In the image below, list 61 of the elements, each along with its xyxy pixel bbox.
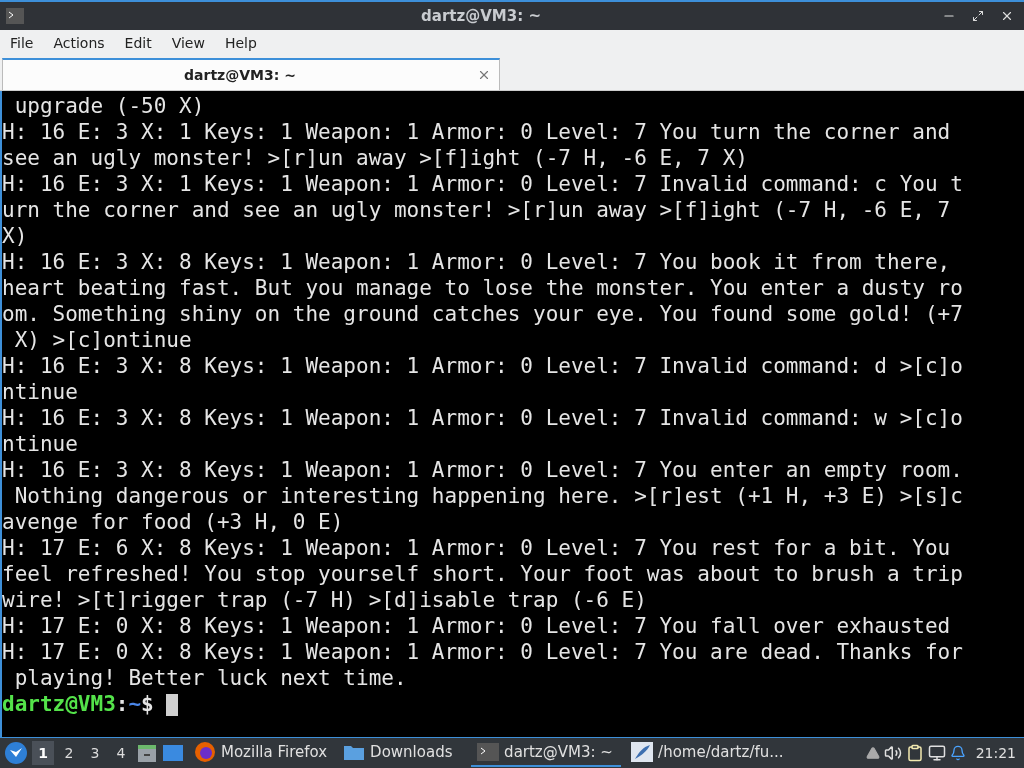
clipboard-icon[interactable]: [905, 744, 924, 762]
taskbar-task[interactable]: /home/dartz/fu...: [625, 739, 790, 767]
terminal-line: H: 16 E: 3 X: 8 Keys: 1 Weapon: 1 Armor: 0 Level: 7 Invalid command: w >[c]o: [2, 406, 963, 430]
prompt-user-host: dartz@VM3: [2, 692, 116, 716]
terminal-line: X): [2, 224, 28, 248]
volume-icon[interactable]: [883, 744, 902, 762]
window-icon[interactable]: [162, 743, 184, 763]
workspace-button[interactable]: 4: [110, 741, 132, 765]
maximize-icon[interactable]: [972, 10, 984, 22]
terminal-line: H: 16 E: 3 X: 1 Keys: 1 Weapon: 1 Armor: 0 Level: 7 Invalid command: c You t: [2, 172, 963, 196]
terminal-line: H: 16 E: 3 X: 1 Keys: 1 Weapon: 1 Armor: 0 Level: 7 You turn the corner and: [2, 120, 951, 144]
terminal-line: feel refreshed! You stop yourself short. Your foot was about to brush a trip: [2, 562, 963, 586]
terminal-line: om. Something shiny on the ground catches your eye. You found some gold! (+7: [2, 302, 963, 326]
start-menu-icon[interactable]: [4, 741, 28, 765]
terminal-line: playing! Better luck next time.: [13, 666, 407, 690]
menu-item[interactable]: View: [165, 35, 211, 51]
close-icon[interactable]: [477, 68, 491, 82]
prompt-path: ~: [128, 692, 142, 716]
terminal-line: ntinue: [2, 380, 78, 404]
terminal-line: ntinue: [2, 432, 78, 456]
terminal-line: avenge for food (+3 H, 0 E): [2, 510, 344, 534]
file-cabinet-icon[interactable]: [136, 742, 158, 764]
terminal-line: heart beating fast. But you manage to lose the monster. You enter a dusty ro: [2, 276, 963, 300]
terminal-line: H: 17 E: 0 X: 8 Keys: 1 Weapon: 1 Armor: 0 Level: 7 You are dead. Thanks for: [2, 640, 963, 664]
terminal-line: H: 16 E: 3 X: 8 Keys: 1 Weapon: 1 Armor: 0 Level: 7 You enter an empty room.: [2, 458, 963, 482]
prompt-separator: :: [115, 692, 129, 716]
terminal-line: see an ugly monster! >[r]un away >[f]ight (-7 H, -6 E, 7 X): [2, 146, 748, 170]
network-icon[interactable]: [927, 744, 946, 762]
folder-icon: [343, 743, 366, 761]
terminal-line: X) >[c]ontinue: [13, 328, 192, 352]
terminal-icon: [6, 8, 24, 24]
terminal-line: H: 16 E: 3 X: 8 Keys: 1 Weapon: 1 Armor: 0 Level: 7 Invalid command: d >[c]o: [2, 354, 963, 378]
terminal-line: upgrade (-50 X): [13, 94, 205, 118]
close-icon[interactable]: [1000, 9, 1014, 23]
notification-icon[interactable]: [949, 745, 966, 761]
text-cursor: [165, 694, 178, 716]
terminal-line: urn the corner and see an ugly monster! >[r]un away >[f]ight (-7 H, -6 E, 7: [2, 198, 951, 222]
menu-item[interactable]: File: [4, 35, 40, 51]
terminal-line: wire! >[t]rigger trap (-7 H) >[d]isable trap (-6 E): [2, 588, 647, 612]
browser-icon: [194, 741, 216, 763]
tab[interactable]: dartz@VM3: ~: [2, 58, 500, 90]
taskbar-task[interactable]: Downloads: [337, 739, 468, 767]
menu-item[interactable]: Edit: [118, 35, 158, 51]
terminal-icon: [477, 743, 500, 761]
tab-label: dartz@VM3: ~: [183, 67, 297, 83]
workspace-button[interactable]: 1: [32, 741, 54, 765]
terminal-line: H: 17 E: 0 X: 8 Keys: 1 Weapon: 1 Armor: 0 Level: 7 You fall over exhausted: [2, 614, 951, 638]
menu-item[interactable]: Help: [218, 35, 263, 51]
workspace-button[interactable]: 2: [58, 741, 80, 765]
taskbar-task[interactable]: Mozilla Firefox: [188, 739, 334, 767]
prompt-symbol: $: [141, 692, 154, 716]
terminal-line: H: 17 E: 6 X: 8 Keys: 1 Weapon: 1 Armor: 0 Level: 7 You rest for a bit. You: [2, 536, 951, 560]
tray-expand-icon[interactable]: [865, 746, 880, 760]
terminal-line: Nothing dangerous or interesting happening here. >[r]est (+1 H, +3 E) >[s]c: [13, 484, 963, 508]
workspace-button[interactable]: 3: [84, 741, 106, 765]
clock: 21:21: [975, 745, 1016, 761]
terminal-line: H: 16 E: 3 X: 8 Keys: 1 Weapon: 1 Armor: 0 Level: 7 You book it from there,: [2, 250, 951, 274]
window-title: dartz@VM3: ~: [420, 7, 542, 25]
taskbar-task[interactable]: dartz@VM3: ~: [471, 739, 622, 767]
menu-item[interactable]: Actions: [47, 35, 111, 51]
feather-icon: [631, 742, 654, 762]
